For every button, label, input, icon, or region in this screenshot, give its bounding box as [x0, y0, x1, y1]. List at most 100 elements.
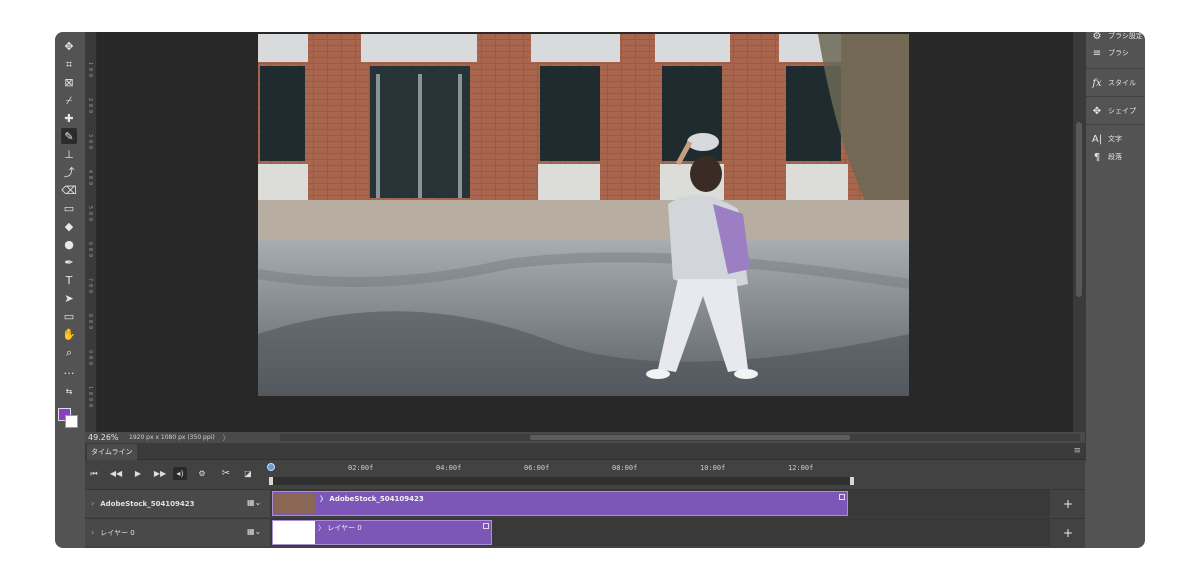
ruler-label: 5 0 0 [87, 206, 93, 222]
film-strip-icon[interactable]: ▦⌄ [247, 527, 261, 536]
work-area-bar[interactable] [270, 477, 850, 485]
crop-tool-icon[interactable]: ⌗ [61, 56, 77, 72]
track-name: AdobeStock_504109423 [100, 499, 195, 508]
playback-controls: ⏮ ◀◀ ▶ ▶▶ ◂) ⚙ ✂ ◪ [85, 461, 270, 485]
panel-label: シェイプ [1108, 107, 1136, 115]
panel-label: ブラシ設定 [1108, 32, 1143, 40]
split-scissors-icon[interactable]: ✂ [219, 467, 233, 480]
eyedropper-tool-icon[interactable]: ⌿ [61, 92, 77, 108]
track-header[interactable]: › レイヤー 0 ▦⌄ [85, 519, 270, 546]
ruler-label: 2 0 0 [87, 98, 93, 114]
pen-tool-icon[interactable]: ✒ [61, 254, 77, 270]
ruler-label: 1 0 0 [87, 62, 93, 78]
vertical-scrollbar-thumb[interactable] [1076, 122, 1082, 297]
video-clip[interactable]: 〉 AdobeStock_504109423 [272, 491, 848, 516]
photo-dancing-woman [258, 34, 909, 396]
vertical-scrollbar[interactable] [1073, 32, 1085, 432]
work-area-start-handle[interactable] [269, 477, 273, 485]
more-tools-icon[interactable]: … [61, 362, 77, 378]
audio-icon[interactable]: ◂) [173, 467, 187, 480]
panel-styles[interactable]: fx スタイル [1091, 74, 1136, 92]
clip-label: 〉 レイヤー 0 [318, 524, 362, 532]
shapes-icon: ✥ [1092, 105, 1102, 117]
time-label: 10:00f [700, 464, 726, 472]
tab-timeline[interactable]: タイムライン [87, 444, 137, 460]
type-tool-icon[interactable]: T [61, 272, 77, 288]
track-video: › AdobeStock_504109423 ▦⌄ 〉 AdobeStock_5… [85, 489, 1085, 517]
panel-menu-icon[interactable]: ≡ [1073, 446, 1081, 456]
spot-healing-tool-icon[interactable]: ✚ [61, 110, 77, 126]
photoshop-window: ✥ ⌗ ⊠ ⌿ ✚ ✎ ⊥ ⤴ ⌫ ▭ ◆ ● ✒ T ➤ ▭ ✋ ⌕ … ⇆ … [55, 32, 1145, 548]
swap-colors-icon[interactable]: ⇆ [61, 384, 77, 400]
transition-icon[interactable]: ◪ [241, 467, 255, 480]
panel-character[interactable]: A| 文字 [1091, 130, 1122, 148]
clip-thumbnail [274, 493, 316, 514]
zoom-tool-icon[interactable]: ⌕ [61, 344, 77, 360]
track-lane[interactable]: 〉 AdobeStock_504109423 [270, 490, 1050, 517]
time-label: 06:00f [524, 464, 550, 472]
time-ruler[interactable]: 02:00f 04:00f 06:00f 08:00f 10:00f 12:00… [267, 461, 1050, 485]
horizontal-scrollbar-thumb[interactable] [530, 435, 850, 440]
brush-tool-icon[interactable]: ✎ [61, 128, 77, 144]
ruler-label: 9 0 0 [87, 350, 93, 366]
background-color-swatch[interactable] [65, 415, 78, 428]
clip-end-icon[interactable] [483, 523, 489, 529]
status-menu-arrow-icon[interactable]: 〉 [223, 433, 230, 443]
track-lane[interactable]: 〉 レイヤー 0 [270, 519, 1050, 546]
clip-end-icon[interactable] [839, 494, 845, 500]
history-brush-tool-icon[interactable]: ⤴ [61, 164, 77, 180]
time-label: 12:00f [788, 464, 814, 472]
track-header[interactable]: › AdobeStock_504109423 ▦⌄ [85, 490, 270, 517]
time-label: 02:00f [348, 464, 374, 472]
frame-tool-icon[interactable]: ⊠ [61, 74, 77, 90]
eraser-tool-icon[interactable]: ⌫ [61, 182, 77, 198]
expand-chevron-icon[interactable]: › [91, 499, 94, 508]
settings-gear-icon[interactable]: ⚙ [195, 467, 209, 480]
clip-thumbnail [273, 521, 315, 544]
character-icon: A| [1091, 133, 1103, 145]
ruler-label: 3 0 0 [87, 134, 93, 150]
horizontal-scrollbar[interactable] [280, 434, 1080, 441]
ruler-label: 7 0 0 [87, 278, 93, 294]
move-tool-icon[interactable]: ✥ [61, 38, 77, 54]
collapsed-panels: ⚙ ブラシ設定 ≡ ブラシ fx スタイル ✥ シェイプ A| 文字 ¶ 段落 [1085, 32, 1145, 462]
add-media-button[interactable]: + [1051, 490, 1085, 517]
brush-settings-icon: ⚙ [1092, 32, 1102, 42]
dodge-tool-icon[interactable]: ● [61, 236, 77, 252]
zoom-level[interactable]: 49.26% [85, 433, 125, 442]
panel-paragraph[interactable]: ¶ 段落 [1091, 148, 1122, 166]
go-to-first-frame-icon[interactable]: ⏮ [87, 467, 101, 480]
rectangle-tool-icon[interactable]: ▭ [61, 308, 77, 324]
tools-panel: ✥ ⌗ ⊠ ⌿ ✚ ✎ ⊥ ⤴ ⌫ ▭ ◆ ● ✒ T ➤ ▭ ✋ ⌕ … ⇆ [55, 32, 85, 432]
ruler-label: 1 0 0 0 [87, 386, 93, 408]
document-canvas-image[interactable] [258, 34, 909, 396]
styles-icon: fx [1092, 77, 1102, 89]
work-area-end-handle[interactable] [850, 477, 854, 485]
path-selection-tool-icon[interactable]: ➤ [61, 290, 77, 306]
film-strip-icon[interactable]: ▦⌄ [247, 498, 261, 507]
panel-label: ブラシ [1108, 49, 1129, 57]
panel-shapes[interactable]: ✥ シェイプ [1091, 102, 1136, 120]
ruler-label: 4 0 0 [87, 170, 93, 186]
layer-clip[interactable]: 〉 レイヤー 0 [272, 520, 492, 545]
clip-label: 〉 AdobeStock_504109423 [320, 495, 424, 503]
hand-tool-icon[interactable]: ✋ [61, 326, 77, 342]
playhead-icon[interactable] [267, 463, 275, 471]
ruler-label: 6 0 0 [87, 242, 93, 258]
expand-chevron-icon[interactable]: › [91, 528, 94, 537]
track-layer: › レイヤー 0 ▦⌄ 〉 レイヤー 0 + [85, 518, 1085, 546]
blur-tool-icon[interactable]: ◆ [61, 218, 77, 234]
clone-stamp-tool-icon[interactable]: ⊥ [61, 146, 77, 162]
document-info: 1920 px x 1080 px (350 ppi) [129, 434, 215, 441]
track-name: レイヤー 0 [100, 528, 135, 537]
add-media-button[interactable]: + [1051, 519, 1085, 546]
gradient-tool-icon[interactable]: ▭ [61, 200, 77, 216]
panel-divider [1086, 68, 1145, 69]
canvas-area[interactable] [97, 32, 1073, 432]
panel-brush[interactable]: ≡ ブラシ [1091, 44, 1129, 62]
previous-frame-icon[interactable]: ◀◀ [109, 467, 123, 480]
panel-divider [1086, 124, 1145, 125]
timeline-header: タイムライン ≡ [85, 443, 1085, 460]
play-icon[interactable]: ▶ [131, 467, 145, 480]
next-frame-icon[interactable]: ▶▶ [153, 467, 167, 480]
